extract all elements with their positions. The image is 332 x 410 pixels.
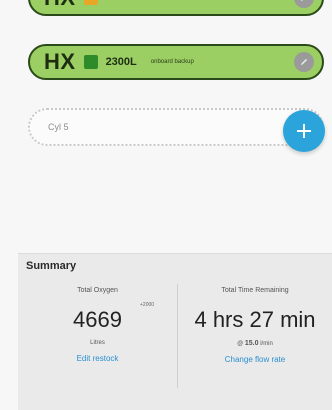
empty-cylinder-slot[interactable]: Cyl 5 <box>28 108 324 146</box>
cylinder-item[interactable]: HX <box>28 0 324 16</box>
total-oxygen-section: Total Oxygen 4669 Litres Edit restock <box>18 284 177 363</box>
summary-title: Summary <box>26 260 77 272</box>
time-remaining-value: 4 hrs 27 min <box>194 307 316 332</box>
cylinder-color-swatch <box>83 55 98 69</box>
cylinder-code: HX <box>44 0 76 11</box>
edit-restock-link[interactable]: Edit restock <box>18 354 177 363</box>
plus-icon <box>297 124 311 138</box>
oxygen-delta: +2000 <box>140 302 155 308</box>
flow-rate: @ 15.0 l/min <box>178 340 332 347</box>
total-oxygen-label: Total Oxygen <box>77 287 118 294</box>
pencil-icon <box>301 59 307 65</box>
time-remaining-label: Total Time Remaining <box>221 287 289 294</box>
total-oxygen-unit: Litres <box>90 340 105 346</box>
flow-rate-unit: l/min <box>260 341 273 347</box>
cylinder-note: onboard backup <box>150 59 194 65</box>
flow-rate-prefix: @ <box>237 341 244 347</box>
total-oxygen-value: 4669 <box>73 307 122 332</box>
cylinder-color-swatch <box>83 0 98 5</box>
summary-panel: Summary Total Oxygen 4669 Litres Edit re… <box>18 253 332 410</box>
cylinder-volume: 2300L <box>105 56 137 68</box>
cylinder-code: HX <box>44 49 76 74</box>
edit-cylinder-button[interactable] <box>294 52 314 72</box>
flow-rate-value: 15.0 <box>244 340 259 347</box>
time-remaining-section: Total Time Remaining 4 hrs 27 min @ 15.0… <box>178 284 332 364</box>
cylinder-item[interactable]: HX 2300L onboard backup <box>28 44 324 80</box>
change-flow-rate-link[interactable]: Change flow rate <box>178 355 332 364</box>
edit-cylinder-button[interactable] <box>294 0 314 8</box>
cylinder-screen: HX HX 2300L onboard backup Cyl 5 Summary <box>0 0 332 410</box>
add-cylinder-button[interactable] <box>283 110 325 152</box>
pencil-icon <box>301 0 303 1</box>
empty-slot-label: Cyl 5 <box>48 122 69 132</box>
